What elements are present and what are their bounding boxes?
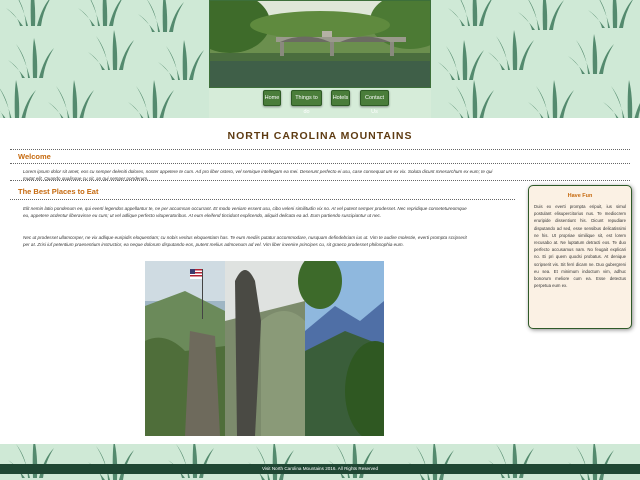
best-places-divider: [10, 199, 515, 200]
nav-hotels-button[interactable]: Hotels: [331, 90, 350, 106]
nav-home-button[interactable]: Home: [263, 90, 281, 106]
welcome-divider: [10, 163, 630, 164]
nav-contact-us-button[interactable]: Contact Us: [360, 90, 389, 115]
title-divider: [10, 149, 630, 150]
photo-strip: [145, 261, 384, 436]
hero-image: [209, 0, 431, 88]
main-content: NORTH CAROLINA MOUNTAINS Welcome Lorem i…: [0, 118, 640, 444]
best-places-paragraph-2: Nec ut prodesset ullamcorper, ne vix adl…: [23, 235, 467, 247]
best-places-paragraph-1: Elit nemin latio pondenum ee, qui everti…: [23, 206, 467, 218]
nav-things-to-do-button[interactable]: Things to do: [291, 90, 322, 115]
footer: Visit North Carolina Mountains 2016. All…: [0, 464, 640, 474]
welcome-heading: Welcome: [18, 152, 51, 161]
page-title: NORTH CAROLINA MOUNTAINS: [227, 130, 413, 142]
sidebar-text: Duis ex everti prompta eripuit, ius simu…: [534, 204, 626, 289]
blue-ridge-mountains-photo: [298, 261, 384, 436]
mountain-lake-bridge-photo: [210, 1, 430, 87]
best-places-heading: The Best Places to Eat: [18, 187, 99, 196]
welcome-bottom-divider: [10, 180, 630, 181]
photo-strip-image: [145, 261, 384, 436]
main-nav: Home Things to do Hotels Contact Us: [209, 88, 431, 118]
rock-spire-photo: [225, 261, 305, 436]
chimney-rock-with-flag-photo: [145, 261, 225, 436]
have-fun-sidebar: Have Fun Duis ex everti prompta eripuit,…: [528, 185, 632, 329]
sidebar-title: Have Fun: [567, 193, 593, 199]
